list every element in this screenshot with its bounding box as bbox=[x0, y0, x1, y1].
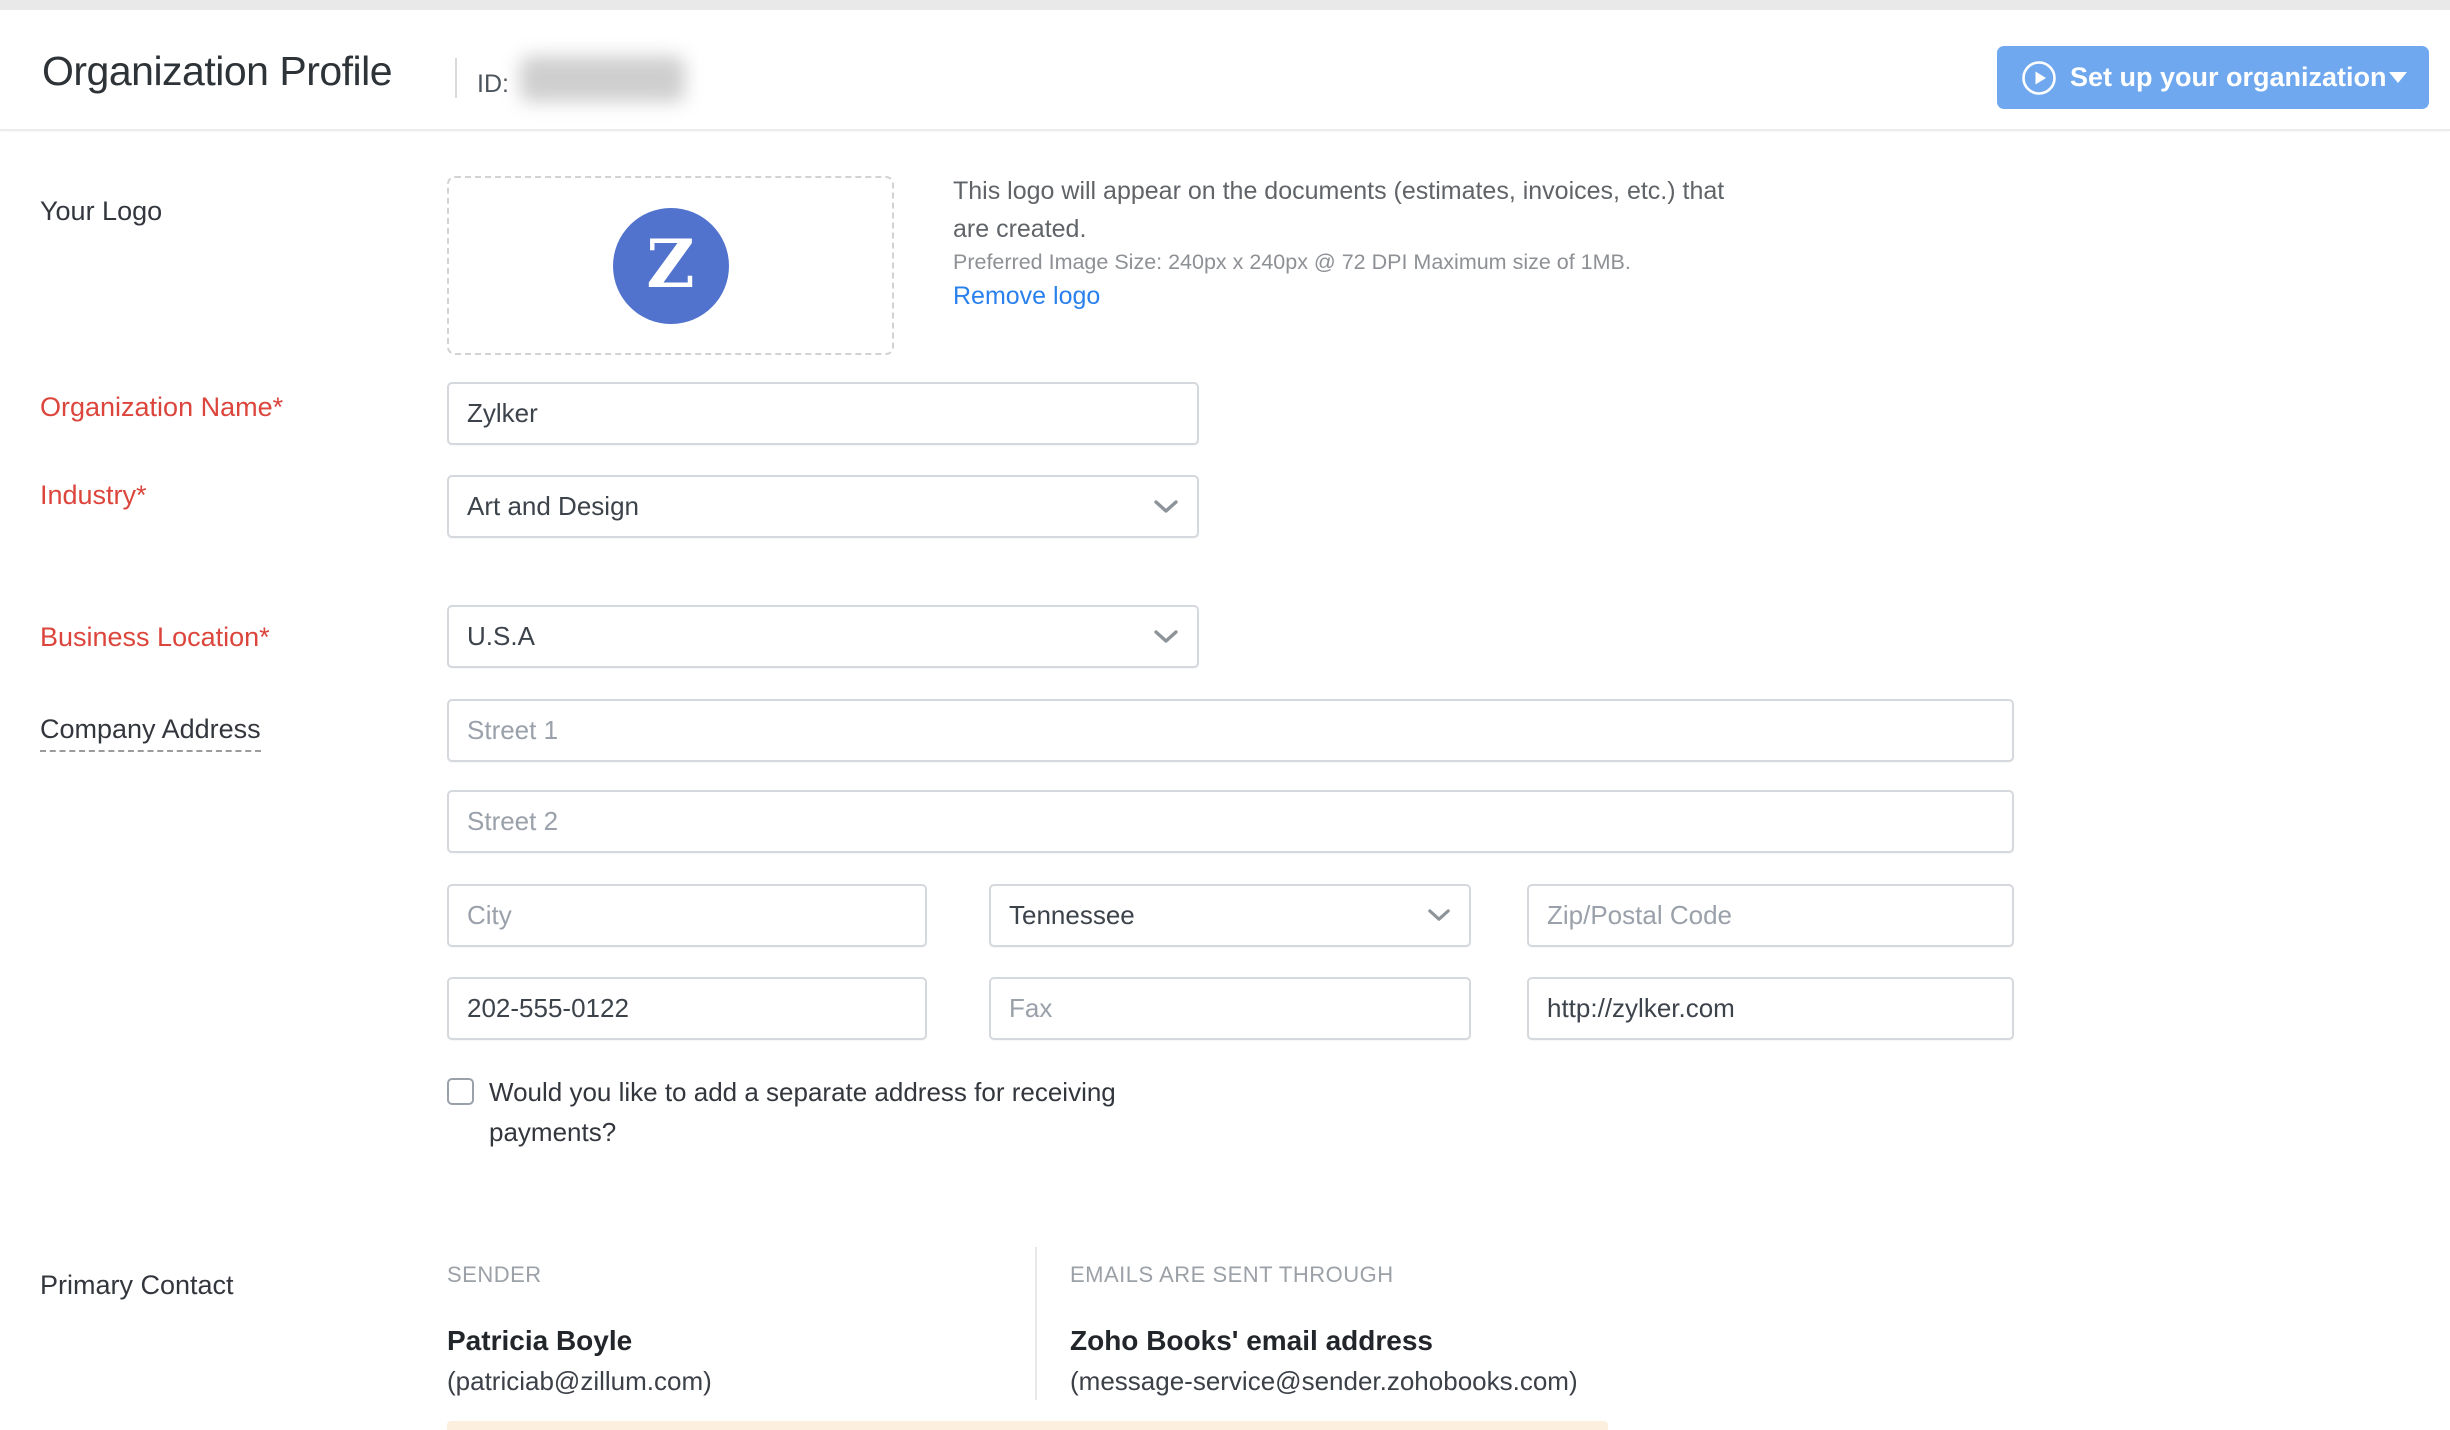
warning-banner-top-edge bbox=[447, 1421, 1608, 1430]
website-input[interactable] bbox=[1527, 977, 2014, 1040]
organization-id-label: ID: bbox=[477, 70, 509, 99]
primary-contact-label: Primary Contact bbox=[40, 1270, 234, 1301]
state-select[interactable]: Tennessee bbox=[989, 884, 1471, 947]
business-location-selected-value: U.S.A bbox=[467, 621, 1153, 652]
business-location-select[interactable]: U.S.A bbox=[447, 605, 1199, 668]
separate-address-checkbox[interactable] bbox=[447, 1078, 474, 1105]
setup-button-label: Set up your organization bbox=[2070, 62, 2387, 93]
industry-select[interactable]: Art and Design bbox=[447, 475, 1199, 538]
emails-sent-through-name: Zoho Books' email address bbox=[1070, 1325, 1433, 1357]
primary-contact-divider bbox=[1035, 1247, 1037, 1400]
company-address-label: Company Address bbox=[40, 714, 261, 745]
sender-name: Patricia Boyle bbox=[447, 1325, 632, 1357]
industry-selected-value: Art and Design bbox=[467, 491, 1153, 522]
page-title: Organization Profile bbox=[42, 48, 392, 95]
play-circle-icon bbox=[2021, 60, 2057, 96]
sender-email: (patriciab@zillum.com) bbox=[447, 1366, 712, 1397]
logo-size-note: Preferred Image Size: 240px x 240px @ 72… bbox=[953, 250, 1631, 275]
window-top-strip bbox=[0, 0, 2450, 10]
dropdown-caret-icon[interactable] bbox=[2389, 72, 2407, 83]
logo-description-text: This logo will appear on the documents (… bbox=[953, 172, 1753, 248]
emails-sent-through-header: EMAILS ARE SENT THROUGH bbox=[1070, 1262, 1394, 1288]
business-location-label: Business Location* bbox=[40, 622, 270, 653]
remove-logo-link[interactable]: Remove logo bbox=[953, 282, 1100, 311]
sender-column-header: SENDER bbox=[447, 1262, 542, 1288]
phone-input[interactable] bbox=[447, 977, 927, 1040]
zip-input[interactable] bbox=[1527, 884, 2014, 947]
state-selected-value: Tennessee bbox=[1009, 900, 1427, 931]
separate-address-checkbox-label[interactable]: Would you like to add a separate address… bbox=[489, 1072, 1187, 1152]
title-divider bbox=[455, 58, 457, 98]
chevron-down-icon bbox=[1427, 908, 1451, 923]
chevron-down-icon bbox=[1153, 629, 1179, 645]
industry-label: Industry* bbox=[40, 480, 147, 511]
separate-address-row: Would you like to add a separate address… bbox=[447, 1072, 1187, 1152]
organization-name-label: Organization Name* bbox=[40, 392, 283, 423]
logo-letter: Z bbox=[646, 231, 694, 297]
setup-organization-button[interactable]: Set up your organization bbox=[1997, 46, 2429, 109]
street1-input[interactable] bbox=[447, 699, 2014, 762]
fax-input[interactable] bbox=[989, 977, 1471, 1040]
street2-input[interactable] bbox=[447, 790, 2014, 853]
organization-name-input[interactable] bbox=[447, 382, 1199, 445]
organization-profile-page: Organization Profile ID: Set up your org… bbox=[0, 0, 2450, 1430]
page-header: Organization Profile ID: Set up your org… bbox=[0, 10, 2450, 131]
chevron-down-icon bbox=[1153, 499, 1179, 515]
logo-upload-area[interactable]: Z bbox=[447, 176, 894, 355]
emails-sent-through-email: (message-service@sender.zohobooks.com) bbox=[1070, 1366, 1578, 1397]
organization-logo: Z bbox=[613, 208, 729, 324]
your-logo-label: Your Logo bbox=[40, 196, 162, 227]
city-input[interactable] bbox=[447, 884, 927, 947]
organization-id-redacted bbox=[520, 56, 685, 102]
